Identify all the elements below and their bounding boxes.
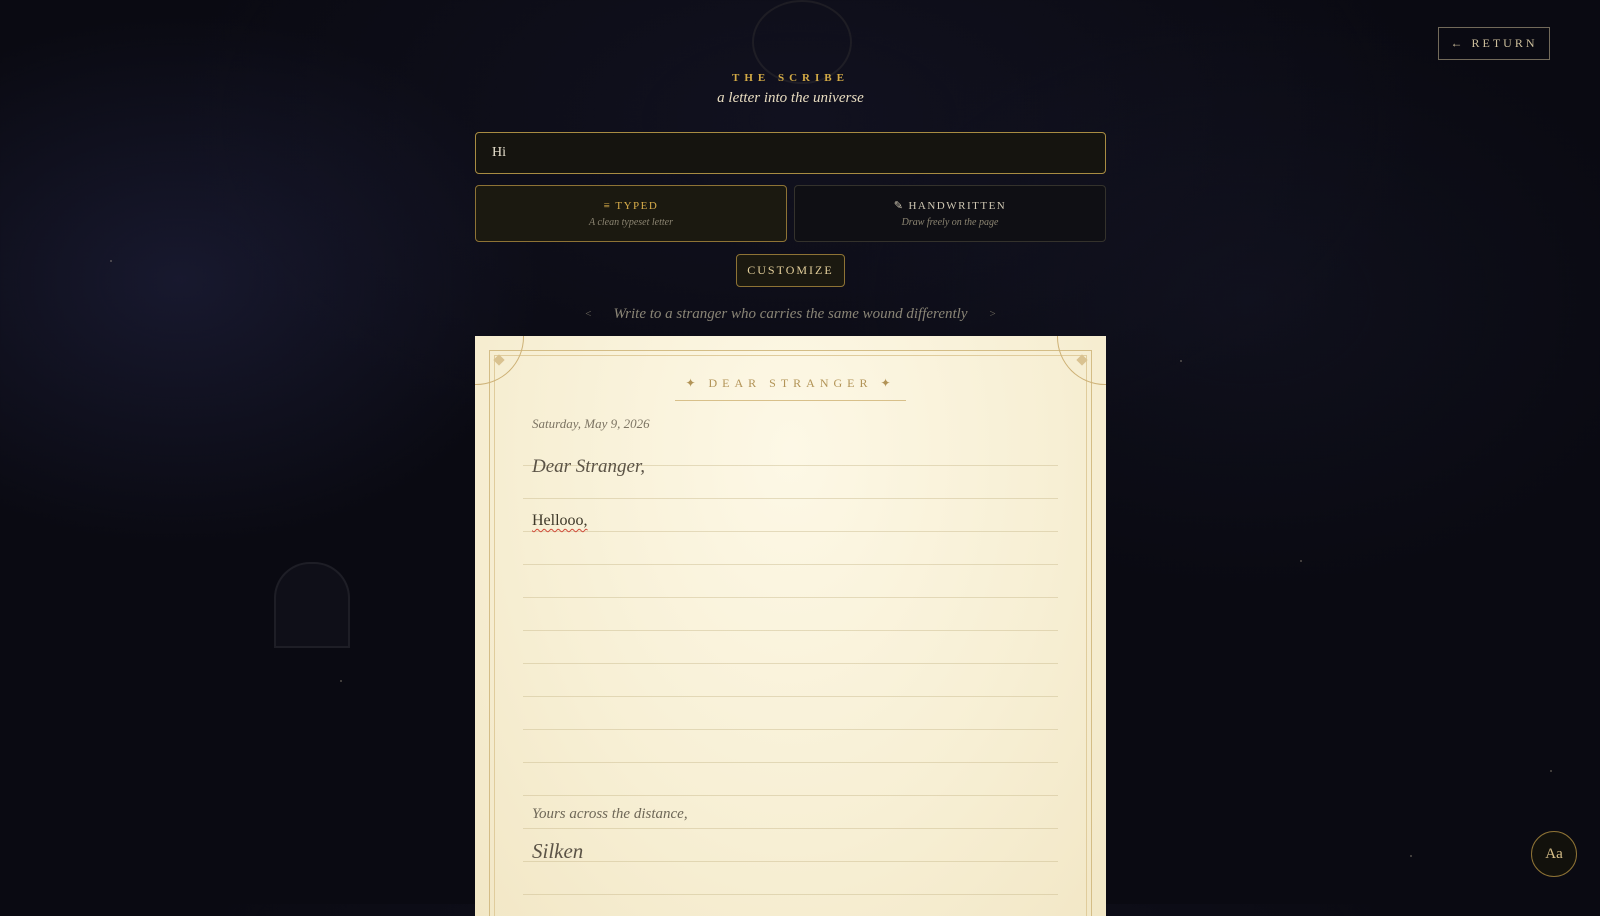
mode-handwritten-description: Draw freely on the page <box>901 217 999 228</box>
mode-handwritten-label: HANDWRITTEN <box>908 200 1007 212</box>
background-star <box>1550 770 1552 772</box>
chevron-right-icon[interactable]: > <box>990 308 996 320</box>
letter-body[interactable]: Hellooo, <box>532 512 588 530</box>
mode-typed-description: A clean typeset letter <box>589 216 673 228</box>
letter-paper[interactable]: ✦ DEAR STRANGER ✦ Saturday, May 9, 2026 … <box>475 336 1106 916</box>
mode-typed-title: ≡ TYPED <box>476 200 786 212</box>
page-eyebrow: THE SCRIBE <box>732 72 849 84</box>
background-arch-decoration <box>274 562 350 648</box>
customize-button[interactable]: CUSTOMIZE <box>736 254 845 287</box>
page-subtitle: a letter into the universe <box>717 90 864 106</box>
writing-prompt: Write to a stranger who carries the same… <box>613 305 968 322</box>
ruled-lines <box>523 433 1058 903</box>
font-settings-button[interactable]: Aa <box>1531 831 1577 877</box>
letter-signature: Silken <box>532 839 584 863</box>
background-star <box>1300 560 1302 562</box>
return-button[interactable]: ← RETURN <box>1438 27 1550 60</box>
letter-closing: Yours across the distance, <box>532 806 688 822</box>
return-label: RETURN <box>1471 36 1538 50</box>
chevron-left-icon[interactable]: < <box>585 308 591 320</box>
background-star <box>340 680 342 682</box>
lines-icon: ≡ <box>603 199 612 212</box>
background-star <box>1410 855 1412 857</box>
mode-handwritten-title: ✎ HANDWRITTEN <box>795 199 1105 212</box>
pencil-icon: ✎ <box>893 200 905 212</box>
background-star <box>110 260 112 262</box>
letter-greeting: Dear Stranger, <box>532 456 645 477</box>
mode-handwritten-option[interactable]: ✎ HANDWRITTEN Draw freely on the page <box>794 185 1106 242</box>
arrow-left-icon: ← <box>1450 36 1466 50</box>
background-star <box>1180 360 1182 362</box>
page-header: THE SCRIBE a letter into the universe <box>475 72 1106 107</box>
mode-typed-label: TYPED <box>615 199 659 212</box>
letter-header: ✦ DEAR STRANGER ✦ <box>685 376 896 390</box>
letter-title-input[interactable] <box>475 132 1106 174</box>
letter-date: Saturday, May 9, 2026 <box>532 416 650 431</box>
header-divider <box>675 400 906 401</box>
mode-typed-option[interactable]: ≡ TYPED A clean typeset letter <box>475 185 787 242</box>
prompt-carousel: < Write to a stranger who carries the sa… <box>475 302 1106 326</box>
